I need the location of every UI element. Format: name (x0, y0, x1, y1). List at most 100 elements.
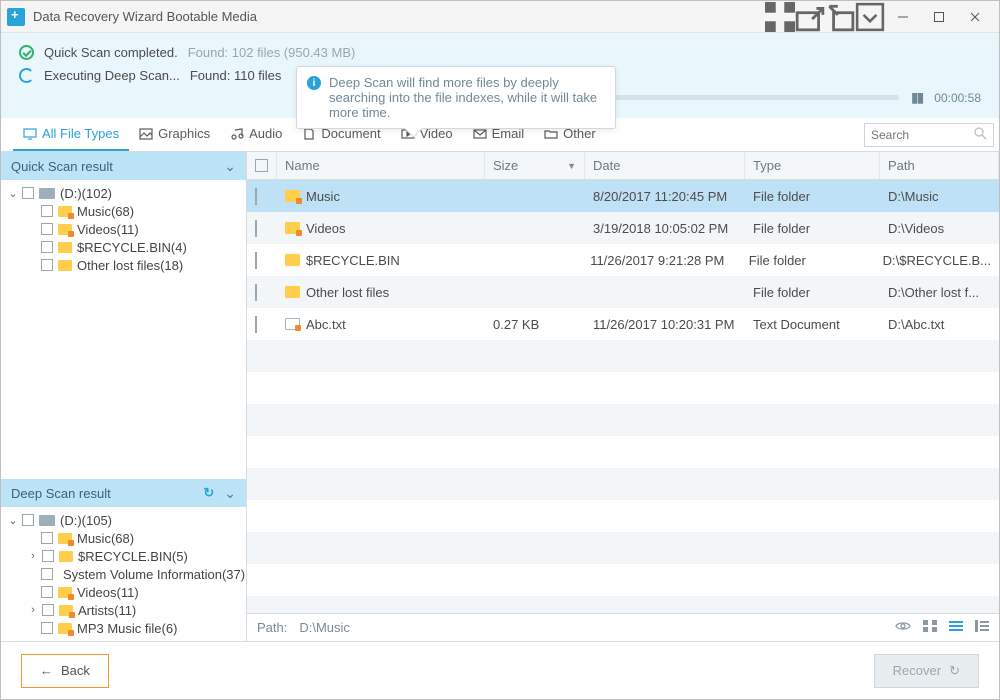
checkbox[interactable] (255, 252, 257, 269)
checkbox[interactable] (41, 622, 53, 634)
checkbox[interactable] (22, 514, 34, 526)
file-row[interactable]: Other lost filesFile folderD:\Other lost… (247, 276, 999, 308)
checkbox[interactable] (41, 205, 53, 217)
empty-row (247, 404, 999, 436)
tree-drive-root[interactable]: ⌄ (D:)(102) (1, 184, 246, 202)
app-icon (7, 8, 25, 26)
quick-scan-label: Quick Scan completed. (44, 45, 178, 60)
file-row[interactable]: Music8/20/2017 11:20:45 PMFile folderD:\… (247, 180, 999, 212)
filter-all[interactable]: All File Types (13, 118, 129, 151)
folder-icon (544, 128, 558, 140)
checkbox[interactable] (41, 532, 53, 544)
header-date[interactable]: Date (585, 152, 745, 179)
drive-icon (39, 515, 55, 526)
search-icon[interactable] (974, 127, 987, 143)
tree-item[interactable]: Videos(11) (1, 220, 246, 238)
file-path: D:\Other lost f... (880, 285, 999, 300)
filter-graphics[interactable]: Graphics (129, 118, 220, 151)
checkbox[interactable] (22, 187, 34, 199)
drive-icon (39, 188, 55, 199)
file-size: 0.27 KB (485, 317, 585, 332)
quick-scan-section-header[interactable]: Quick Scan result ⌄ (1, 152, 246, 180)
list-view-icon[interactable] (949, 620, 963, 635)
file-date: 11/26/2017 9:21:28 PM (582, 253, 741, 268)
file-row[interactable]: Videos3/19/2018 10:05:02 PMFile folderD:… (247, 212, 999, 244)
main-panel: Quick Scan result ⌄ ⌄ (D:)(102) Music(68… (1, 152, 999, 641)
header-path[interactable]: Path (880, 152, 999, 179)
file-type: Text Document (745, 317, 880, 332)
tree-item[interactable]: Music(68) (1, 202, 246, 220)
file-rows: Music8/20/2017 11:20:45 PMFile folderD:\… (247, 180, 999, 613)
checkbox[interactable] (41, 568, 53, 580)
file-row[interactable]: $RECYCLE.BIN11/26/2017 9:21:28 PMFile fo… (247, 244, 999, 276)
file-row[interactable]: Abc.txt0.27 KB11/26/2017 10:20:31 PMText… (247, 308, 999, 340)
tree-item[interactable]: ›Artists(11) (1, 601, 246, 619)
header-name[interactable]: Name (277, 152, 485, 179)
checkbox[interactable] (42, 604, 54, 616)
qr-icon[interactable] (765, 2, 795, 32)
dropdown-square-icon[interactable] (855, 2, 885, 32)
spinner-icon (19, 68, 34, 83)
checkbox[interactable] (42, 550, 54, 562)
folder-icon (285, 254, 300, 266)
file-path: D:\Music (880, 189, 999, 204)
refresh-icon[interactable]: ↻ (203, 485, 214, 501)
header-type[interactable]: Type (745, 152, 880, 179)
quick-scan-tree: ⌄ (D:)(102) Music(68) Videos(11) $RECYCL… (1, 180, 246, 278)
chevron-down-icon[interactable]: ⌄ (224, 485, 236, 502)
maximize-button[interactable] (921, 2, 957, 32)
export-icon[interactable] (795, 2, 825, 32)
file-name: Music (306, 189, 340, 204)
header-size[interactable]: Size▼ (485, 152, 585, 179)
preview-icon[interactable] (895, 620, 911, 635)
expand-toggle[interactable]: › (27, 550, 39, 562)
empty-row (247, 468, 999, 500)
grid-large-icon[interactable] (923, 620, 937, 635)
tree-item[interactable]: Videos(11) (1, 583, 246, 601)
folder-icon (58, 587, 72, 598)
detail-view-icon[interactable] (975, 620, 989, 635)
tree-item[interactable]: MP3 Music file(6) (1, 619, 246, 637)
tree-item[interactable]: $RECYCLE.BIN(4) (1, 238, 246, 256)
deep-scan-section-header[interactable]: Deep Scan result ↻ ⌄ (1, 479, 246, 507)
tree-item[interactable]: ›$RECYCLE.BIN(5) (1, 547, 246, 565)
minimize-button[interactable] (885, 2, 921, 32)
recover-button[interactable]: Recover ↻ (874, 654, 979, 688)
file-name: Videos (306, 221, 346, 236)
checkbox[interactable] (41, 586, 53, 598)
expand-toggle[interactable]: › (27, 604, 39, 616)
close-button[interactable] (957, 2, 993, 32)
import-icon[interactable] (825, 2, 855, 32)
image-icon (139, 128, 153, 140)
checkbox[interactable] (41, 259, 53, 271)
tree-item[interactable]: Music(68) (1, 529, 246, 547)
back-button[interactable]: ← Back (21, 654, 109, 688)
collapse-toggle[interactable]: ⌄ (7, 187, 19, 200)
tree-item[interactable]: System Volume Information(37) (1, 565, 246, 583)
empty-row (247, 340, 999, 372)
checkbox[interactable] (255, 220, 257, 237)
arrow-left-icon: ← (40, 663, 53, 678)
deep-scan-label: Executing Deep Scan... (44, 68, 180, 83)
file-date: 8/20/2017 11:20:45 PM (585, 189, 745, 204)
header-checkbox[interactable] (247, 152, 277, 179)
recover-icon: ↻ (949, 663, 960, 679)
checkbox[interactable] (255, 316, 257, 333)
chevron-down-icon[interactable]: ⌄ (224, 158, 236, 175)
tooltip-text: Deep Scan will find more files by deeply… (329, 75, 605, 120)
filter-audio[interactable]: Audio (220, 118, 292, 151)
folder-icon (285, 222, 300, 234)
file-name: Abc.txt (306, 317, 346, 332)
collapse-toggle[interactable]: ⌄ (7, 514, 19, 527)
folder-icon (58, 242, 72, 253)
checkbox[interactable] (41, 241, 53, 253)
monitor-icon (23, 128, 37, 140)
checkbox[interactable] (255, 188, 257, 205)
file-name: $RECYCLE.BIN (306, 253, 400, 268)
tree-item[interactable]: Other lost files(18) (1, 256, 246, 274)
checkbox[interactable] (41, 223, 53, 235)
checkbox[interactable] (255, 284, 257, 301)
tree-drive-root[interactable]: ⌄ (D:)(105) (1, 511, 246, 529)
check-icon (19, 45, 34, 60)
pause-button[interactable]: ▮▮ (911, 89, 922, 106)
